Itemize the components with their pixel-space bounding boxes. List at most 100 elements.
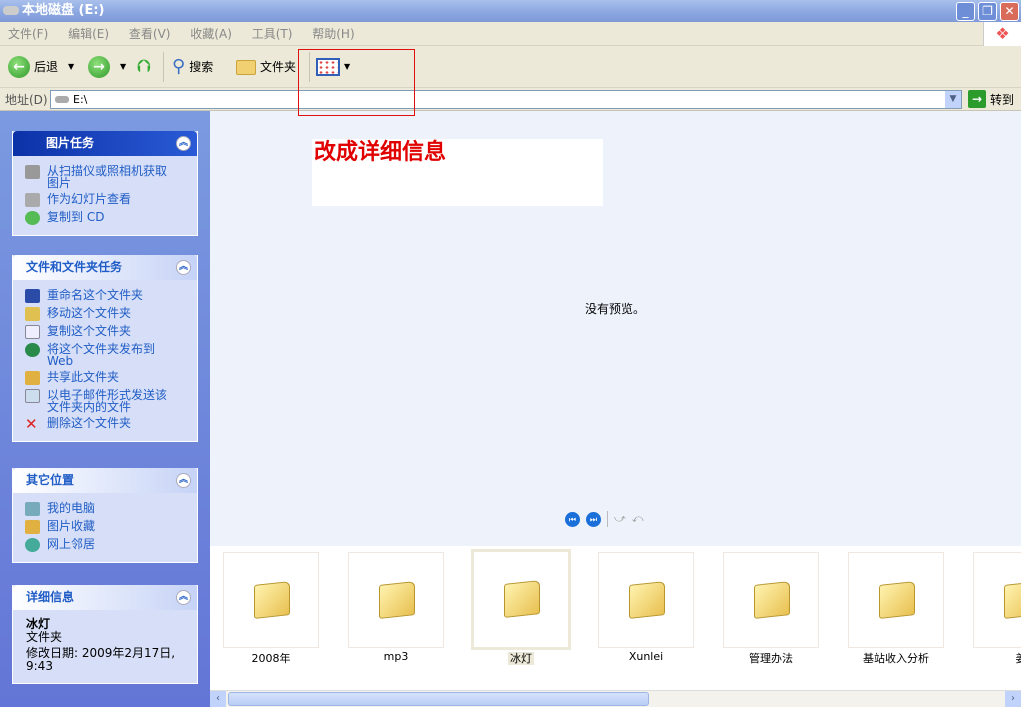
share-icon [25, 371, 40, 385]
horizontal-scrollbar[interactable]: ‹ › [210, 690, 1021, 707]
folder-label: 基站收入分析 [863, 652, 929, 665]
detail-modified: 修改日期: 2009年2月17日, 9:43 [26, 646, 176, 673]
panel-title: 图片任务 [46, 136, 95, 150]
up-folder-button[interactable]: ⮉ [137, 54, 151, 80]
address-input[interactable]: E:\ ▼ [50, 90, 962, 109]
menu-tools[interactable]: 工具(T) [252, 27, 293, 41]
link-label: 从扫描仪或照相机获取图片 [47, 164, 168, 190]
link-label: 作为幻灯片查看 [47, 192, 132, 206]
panel-header[interactable]: 图片任务 ︽ [13, 131, 197, 156]
publish-web-link[interactable]: 将这个文件夹发布到 Web [13, 341, 197, 369]
address-bar: 地址(D) E:\ ▼ → 转到 [0, 88, 1021, 111]
detail-type: 文件夹 [26, 630, 63, 644]
share-folder-link[interactable]: 共享此文件夹 [13, 369, 197, 387]
separator [163, 52, 164, 82]
panel-title: 其它位置 [26, 473, 75, 487]
move-folder-link[interactable]: 移动这个文件夹 [13, 305, 197, 323]
delete-folder-link[interactable]: ✕ 删除这个文件夹 [13, 415, 197, 433]
folder-icon [254, 581, 290, 619]
picture-tasks-panel: 图片任务 ︽ 从扫描仪或照相机获取图片 作为幻灯片查看 复制到 CD [12, 131, 198, 236]
collapse-icon[interactable]: ︽ [176, 136, 191, 151]
folder-icon [504, 580, 540, 618]
menu-file[interactable]: 文件(F) [8, 27, 48, 41]
back-button[interactable]: ← 后退 ▼ [8, 54, 74, 80]
file-folder-tasks-panel: 文件和文件夹任务 ︽ 重命名这个文件夹 移动这个文件夹 复制这个文件夹 将这个文件… [12, 255, 198, 442]
windows-logo-icon: ❖ [983, 22, 1021, 46]
search-button[interactable]: ⚲ 搜索 [172, 54, 213, 80]
computer-icon [25, 502, 40, 516]
scroll-right-button[interactable]: › [1005, 691, 1021, 707]
other-places-panel: 其它位置 ︽ 我的电脑 图片收藏 网上邻居 [12, 468, 198, 563]
projector-icon [25, 193, 40, 207]
copy-to-cd-link[interactable]: 复制到 CD [13, 209, 197, 227]
back-arrow-icon: ← [8, 56, 30, 78]
rotate-clockwise-icon[interactable]: ⤻ [614, 512, 626, 526]
details-panel: 详细信息 ︽ 冰灯 文件夹 修改日期: 2009年2月17日, 9:43 [12, 585, 198, 684]
title-bar: 本地磁盘 (E:) [0, 0, 1021, 22]
panel-header[interactable]: 详细信息 ︽ [13, 585, 197, 610]
globe-icon [25, 343, 40, 357]
chevron-down-icon[interactable]: ▼ [120, 54, 126, 80]
collapse-icon[interactable]: ︽ [176, 260, 191, 275]
my-pictures-link[interactable]: 图片收藏 [13, 518, 197, 536]
folder-icon [1004, 581, 1021, 619]
folders-button[interactable]: 文件夹 [236, 54, 296, 80]
link-label: 网上邻居 [47, 537, 96, 551]
link-label: 复制这个文件夹 [47, 324, 132, 338]
go-button[interactable]: → 转到 [968, 90, 1014, 108]
link-label: 共享此文件夹 [47, 370, 120, 384]
folder-icon [236, 59, 256, 75]
no-preview-text: 没有预览。 [585, 302, 646, 316]
rename-folder-link[interactable]: 重命名这个文件夹 [13, 287, 197, 305]
folder-label: mp3 [383, 650, 409, 663]
collapse-icon[interactable]: ︽ [176, 473, 191, 488]
go-arrow-icon: → [968, 90, 986, 108]
minimize-button[interactable]: _ [956, 2, 975, 21]
folder-label: 管理办法 [749, 652, 793, 665]
link-label: 删除这个文件夹 [47, 416, 132, 430]
panel-header[interactable]: 其它位置 ︽ [13, 468, 197, 493]
link-label: 复制到 CD [47, 210, 105, 224]
cd-icon [25, 211, 40, 225]
network-places-link[interactable]: 网上邻居 [13, 536, 197, 554]
close-button[interactable]: ✕ [1000, 2, 1019, 21]
previous-image-button[interactable]: ⏮ [565, 511, 580, 527]
toolbar: ← 后退 ▼ → ▼ ⮉ ⚲ 搜索 文件夹 ▼ [0, 46, 1021, 88]
camera-icon [25, 165, 40, 179]
my-computer-link[interactable]: 我的电脑 [13, 500, 197, 518]
menu-edit[interactable]: 编辑(E) [68, 27, 109, 41]
rotate-counterclockwise-icon[interactable]: ⤺ [632, 512, 644, 526]
address-dropdown-button[interactable]: ▼ [945, 91, 961, 108]
email-icon [25, 389, 40, 403]
folder-icon [879, 581, 915, 619]
next-image-button[interactable]: ⏭ [586, 511, 601, 527]
link-label: 我的电脑 [47, 501, 96, 515]
slideshow-link[interactable]: 作为幻灯片查看 [13, 191, 197, 209]
folder-label: 2008年 [251, 652, 291, 665]
folder-label: Xunlei [628, 650, 664, 663]
panel-header[interactable]: 文件和文件夹任务 ︽ [13, 255, 197, 280]
forward-arrow-icon: → [88, 56, 110, 78]
preview-controls: ⏮ ⏭ ⤻ ⤺ [565, 511, 644, 527]
menu-view[interactable]: 查看(V) [129, 27, 171, 41]
link-label: 重命名这个文件夹 [47, 288, 144, 302]
email-files-link[interactable]: 以电子邮件形式发送该文件夹内的文件 [13, 387, 197, 415]
menu-favorites[interactable]: 收藏(A) [190, 27, 232, 41]
forward-button[interactable]: → ▼ [88, 54, 126, 80]
collapse-icon[interactable]: ︽ [176, 590, 191, 605]
scroll-thumb[interactable] [228, 692, 649, 706]
get-from-camera-link[interactable]: 从扫描仪或照相机获取图片 [13, 163, 197, 191]
back-label: 后退 [34, 60, 59, 74]
annotation-highlight-box [298, 49, 415, 116]
panel-title: 文件和文件夹任务 [26, 260, 123, 274]
link-label: 图片收藏 [47, 519, 96, 533]
search-label: 搜索 [189, 60, 214, 74]
address-value: E:\ [73, 93, 88, 106]
scroll-left-button[interactable]: ‹ [210, 691, 226, 707]
chevron-down-icon[interactable]: ▼ [68, 54, 74, 80]
copy-folder-link[interactable]: 复制这个文件夹 [13, 323, 197, 341]
menu-help[interactable]: 帮助(H) [312, 27, 354, 41]
annotation-note: 改成详细信息 [312, 139, 603, 206]
folder-icon [629, 581, 665, 619]
restore-button[interactable]: ❐ [978, 2, 997, 21]
